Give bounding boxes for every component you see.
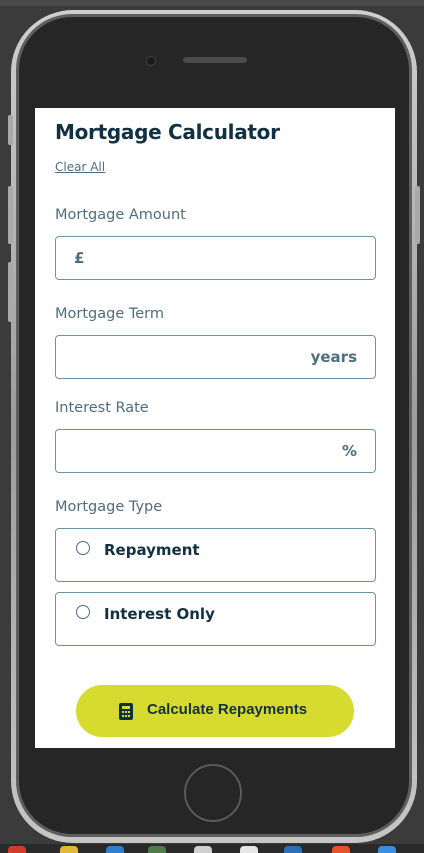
phone-mute-switch (8, 115, 13, 145)
home-button[interactable] (184, 764, 242, 822)
mortgage-amount-field[interactable]: £ (55, 236, 376, 280)
radio-option-interest-only[interactable]: Interest Only (55, 592, 376, 646)
calculate-repayments-button[interactable]: Calculate Repayments (76, 685, 354, 737)
taskbar-vscode-icon[interactable] (284, 846, 302, 853)
taskbar-notes-icon[interactable] (240, 846, 258, 853)
front-camera (146, 56, 156, 66)
radio-button-repayment[interactable] (76, 541, 90, 555)
page-title: Mortgage Calculator (55, 120, 280, 144)
radio-label-interest-only: Interest Only (104, 605, 215, 623)
radio-label-repayment: Repayment (104, 541, 200, 559)
taskbar-office-icon[interactable] (332, 846, 350, 853)
interest-rate-label: Interest Rate (55, 400, 149, 416)
calculate-button-label: Calculate Repayments (147, 701, 308, 718)
mortgage-term-field[interactable]: years (55, 335, 376, 379)
radio-option-repayment[interactable]: Repayment (55, 528, 376, 582)
taskbar-settings-icon[interactable] (194, 846, 212, 853)
mortgage-type-label: Mortgage Type (55, 499, 163, 515)
mortgage-term-label: Mortgage Term (55, 306, 164, 322)
phone-volume-down-button (8, 262, 13, 322)
percent-suffix: % (341, 442, 357, 460)
calculator-icon (119, 703, 133, 720)
phone-volume-up-button (8, 186, 13, 244)
desktop-background: Mortgage Calculator Clear All Mortgage A… (0, 0, 424, 853)
earpiece-speaker (183, 57, 247, 63)
taskbar-edge-icon[interactable] (106, 846, 124, 853)
clear-all-link[interactable]: Clear All (55, 160, 105, 174)
taskbar-app-icon[interactable] (148, 846, 166, 853)
mortgage-term-input[interactable] (72, 336, 306, 378)
taskbar-folder-icon[interactable] (60, 846, 78, 853)
years-suffix: years (310, 348, 357, 366)
browser-toolbar-edge (0, 0, 424, 6)
phone-screen: Mortgage Calculator Clear All Mortgage A… (35, 108, 395, 748)
mortgage-amount-input[interactable] (96, 237, 370, 279)
radio-button-interest-only[interactable] (76, 605, 90, 619)
interest-rate-input[interactable] (72, 430, 336, 472)
mortgage-amount-label: Mortgage Amount (55, 207, 186, 223)
currency-prefix: £ (74, 249, 85, 267)
taskbar-browser-icon[interactable] (8, 846, 26, 853)
interest-rate-field[interactable]: % (55, 429, 376, 473)
taskbar-network-icon[interactable] (378, 846, 396, 853)
phone-power-button (415, 186, 420, 244)
